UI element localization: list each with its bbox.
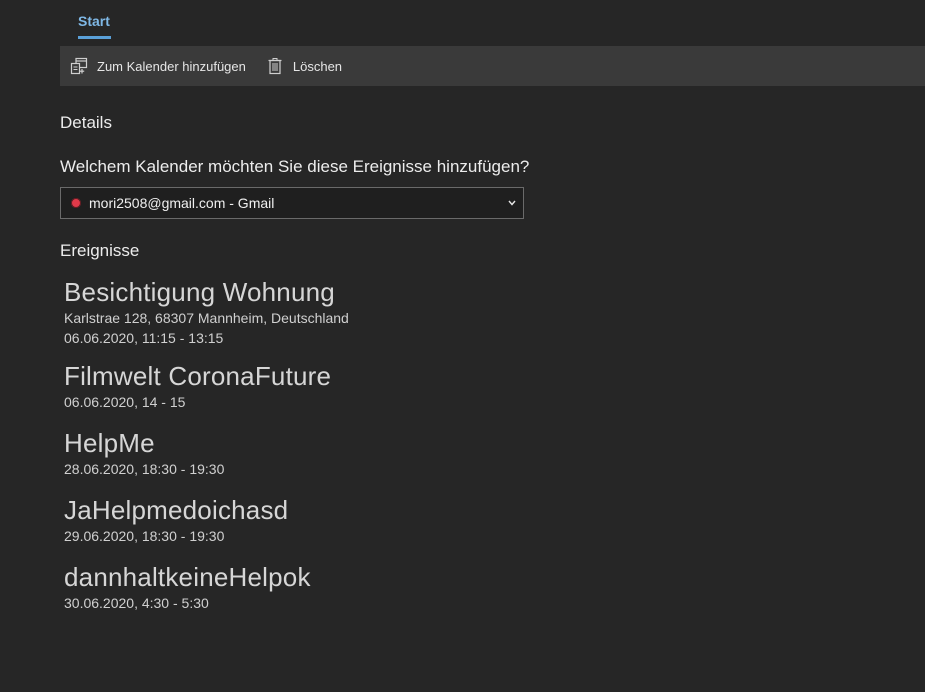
calendar-add-icon <box>70 57 88 75</box>
event-time: 06.06.2020, 11:15 - 13:15 <box>64 330 224 346</box>
add-to-calendar-button[interactable]: Zum Kalender hinzufügen <box>60 46 256 86</box>
event-title: Filmwelt CoronaFuture <box>64 361 332 391</box>
events-list: Besichtigung Wohnung Karlstrae 128, 6830… <box>64 276 764 625</box>
delete-button[interactable]: Löschen <box>256 46 352 86</box>
trash-icon <box>266 57 284 75</box>
event-item: Besichtigung Wohnung Karlstrae 128, 6830… <box>64 276 764 348</box>
tab-active-indicator <box>78 36 111 39</box>
details-heading: Details <box>60 113 112 132</box>
event-time: 06.06.2020, 14 - 15 <box>64 394 186 410</box>
calendar-select-value: mori2508@gmail.com - Gmail <box>89 195 275 211</box>
calendar-question: Welchem Kalender möchten Sie diese Ereig… <box>60 157 530 176</box>
event-item: JaHelpmedoichasd 29.06.2020, 18:30 - 19:… <box>64 494 764 546</box>
event-time: 30.06.2020, 4:30 - 5:30 <box>64 595 209 611</box>
events-heading: Ereignisse <box>60 241 140 260</box>
chevron-down-icon <box>505 196 519 210</box>
calendar-select[interactable]: mori2508@gmail.com - Gmail <box>60 187 524 219</box>
event-title: JaHelpmedoichasd <box>64 495 289 525</box>
ribbon-tabbar: Start <box>60 0 925 46</box>
calendar-color-dot <box>71 198 81 208</box>
toolbar: Zum Kalender hinzufügen Löschen <box>60 46 925 86</box>
event-title: Besichtigung Wohnung <box>64 277 335 307</box>
event-item: dannhaltkeineHelpok 30.06.2020, 4:30 - 5… <box>64 561 764 613</box>
event-item: HelpMe 28.06.2020, 18:30 - 19:30 <box>64 427 764 479</box>
tab-start[interactable]: Start <box>78 13 110 29</box>
event-time: 29.06.2020, 18:30 - 19:30 <box>64 528 225 544</box>
event-title: dannhaltkeineHelpok <box>64 562 311 592</box>
event-time: 28.06.2020, 18:30 - 19:30 <box>64 461 225 477</box>
event-location: Karlstrae 128, 68307 Mannheim, Deutschla… <box>64 310 349 326</box>
event-item: Filmwelt CoronaFuture 06.06.2020, 14 - 1… <box>64 360 764 412</box>
add-to-calendar-label: Zum Kalender hinzufügen <box>97 58 246 74</box>
event-title: HelpMe <box>64 428 155 458</box>
delete-label: Löschen <box>292 58 343 74</box>
